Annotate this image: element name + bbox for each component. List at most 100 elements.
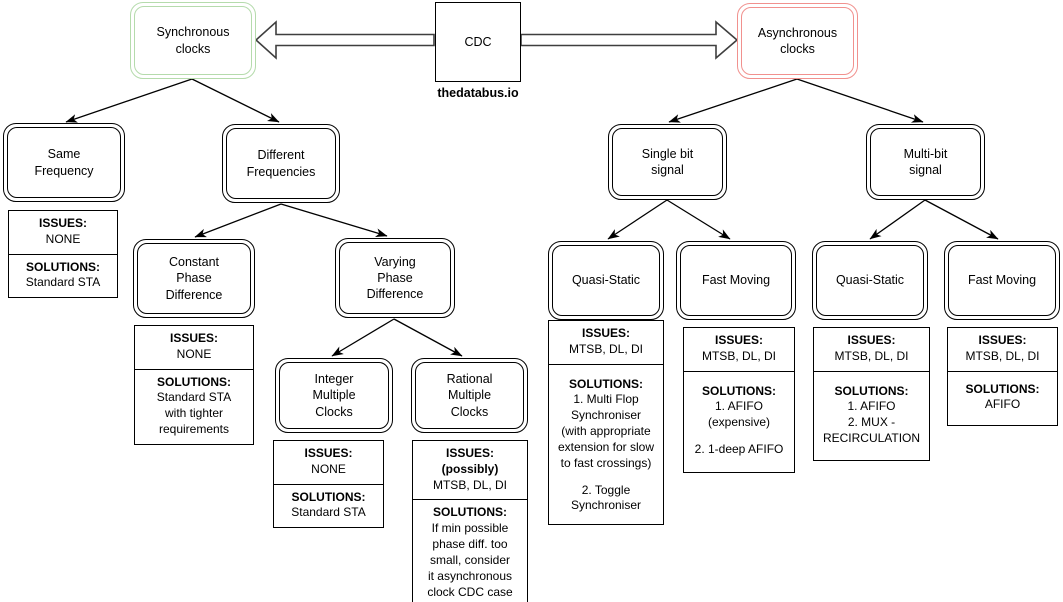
card-solutions-section: SOLUTIONS: Standard STA [9,253,117,298]
node-label-line2: clocks [780,42,815,56]
node-rational-multiple-clocks[interactable]: Rational Multiple Clocks [411,358,528,433]
node-same-frequency[interactable]: Same Frequency [3,123,125,202]
edge-varying-to-integer [331,318,395,357]
card-rational-multiple-clocks: ISSUES: (possibly) MTSB, DL, DI SOLUTION… [412,440,528,602]
solutions-value: AFIFO [984,397,1021,412]
node-label: Integer Multiple Clocks [308,371,359,420]
node-single-bit-quasi-static[interactable]: Quasi-Static [548,241,664,320]
issues-value: MTSB, DL, DI [568,341,643,356]
node-label-line1: Multi-bit [903,146,948,161]
node-label-line2: Phase [176,271,212,286]
node-label-line1: Quasi-Static [835,273,905,288]
node-varying-phase-difference[interactable]: Varying Phase Difference [335,238,455,318]
solutions-line3: (with appropriate [561,424,651,439]
node-different-frequencies[interactable]: Different Frequencies [222,124,340,203]
node-cdc-root[interactable]: CDC [435,2,521,82]
edge-async-to-multi-bit [796,78,924,123]
card-solutions-section: SOLUTIONS: 1. AFIFO 2. MUX - RECIRCULATI… [814,370,929,460]
edge-sync-to-different-frequencies [191,78,280,123]
card-single-bit-fast-moving: ISSUES: MTSB, DL, DI SOLUTIONS: 1. AFIFO… [683,327,795,473]
solutions-line1: 1. Multi Flop [573,392,639,407]
issues-label: ISSUES: [169,331,218,345]
card-solutions-section: SOLUTIONS: 1. Multi Flop Synchroniser (w… [549,363,663,525]
issues-value: NONE [45,231,81,246]
card-issues-section: ISSUES: NONE [135,326,253,369]
node-label-line1: Fast Moving [701,273,771,288]
solutions-line1: If min possible [431,521,509,536]
node-label: Fast Moving [964,272,1040,288]
solutions-line5: to fast crossings) [560,455,652,470]
node-single-bit-signal[interactable]: Single bit signal [608,124,727,200]
card-multi-bit-fast-moving: ISSUES: MTSB, DL, DI SOLUTIONS: AFIFO [947,327,1058,427]
solutions-label: SOLUTIONS: [433,505,507,520]
node-label-line2: clocks [175,41,211,56]
card-issues-section: ISSUES: NONE [274,441,383,484]
solutions-value: Standard STA [25,275,101,290]
card-solutions-section: SOLUTIONS: AFIFO [948,370,1057,426]
card-constant-phase-difference: ISSUES: NONE SOLUTIONS: Standard STA wit… [134,325,254,445]
node-label-line1: Single bit [641,146,694,161]
edge-async-to-single-bit [668,78,798,123]
node-multi-bit-fast-moving[interactable]: Fast Moving [944,241,1060,320]
solutions-label: SOLUTIONS: [569,376,643,391]
node-label-line2: Multiple [447,388,492,403]
node-single-bit-fast-moving[interactable]: Fast Moving [676,241,796,320]
node-label-line2: Frequencies [246,164,316,179]
solutions-line3: small, consider [429,552,511,567]
solutions-line3: 2. 1-deep AFIFO [694,442,784,457]
node-label-line2: Phase [377,270,413,285]
node-integer-multiple-clocks[interactable]: Integer Multiple Clocks [275,358,393,433]
node-label-line1: Fast Moving [967,273,1037,288]
node-multi-bit-signal[interactable]: Multi-bit signal [866,124,985,200]
node-label: Quasi-Static [568,272,644,288]
node-label-line1: Integer [314,372,354,387]
node-label: Rational Multiple Clocks [443,371,497,420]
node-asynchronous-clocks[interactable]: Asynchronous clocks [737,3,858,79]
card-issues-section: ISSUES: NONE [9,211,117,254]
node-label-line3: Difference [366,287,424,302]
solutions-label: SOLUTIONS: [157,374,231,389]
node-label: CDC [464,35,492,49]
block-arrow-right [520,20,739,60]
edge-sync-to-same-frequency [65,78,193,123]
issues-label: ISSUES: [714,333,763,347]
node-label-line1: Varying [374,254,416,269]
edge-difffreq-to-constant-phase [194,203,282,238]
issues-label: ISSUES: [978,333,1027,347]
node-label-line1: Synchronous [156,25,230,40]
solutions-line3: RECIRCULATION [822,431,921,446]
card-solutions-section: SOLUTIONS: If min possible phase diff. t… [413,499,527,602]
card-issues-section: ISSUES: MTSB, DL, DI [814,328,929,371]
node-label-line2: Frequency [34,163,94,178]
solutions-line1: Standard STA [156,390,232,405]
issues-value: MTSB, DL, DI [432,477,507,492]
issues-label: ISSUES: [847,333,896,347]
solutions-line2: (expensive) [707,415,771,430]
node-label-line1: Quasi-Static [571,273,641,288]
card-issues-section: ISSUES: MTSB, DL, DI [948,328,1057,371]
node-synchronous-clocks[interactable]: Synchronous clocks [130,2,256,79]
node-label-line2: signal [651,163,684,177]
node-constant-phase-difference[interactable]: Constant Phase Difference [133,239,255,318]
solutions-line2: 2. MUX - [847,415,896,430]
node-label: Constant Phase Difference [162,254,227,303]
node-label-line1: Rational [446,372,493,387]
issues-qualifier: (possibly) [441,461,499,476]
node-label-line1: Different [257,148,305,163]
node-label-line2: Multiple [312,388,356,403]
issues-label: ISSUES: [445,446,494,460]
edge-multibit-to-fast-moving [924,199,999,240]
solutions-line1: 1. AFIFO [847,399,896,414]
issues-value: MTSB, DL, DI [965,348,1040,363]
node-multi-bit-quasi-static[interactable]: Quasi-Static [812,241,928,320]
card-solutions-section: SOLUTIONS: Standard STA [274,483,383,528]
card-single-bit-quasi-static: ISSUES: MTSB, DL, DI SOLUTIONS: 1. Multi… [548,320,664,526]
solutions-label: SOLUTIONS: [834,383,909,398]
solutions-line4: extension for slow [557,439,655,454]
card-multi-bit-quasi-static: ISSUES: MTSB, DL, DI SOLUTIONS: 1. AFIFO… [813,327,930,461]
edge-difffreq-to-varying-phase [280,203,388,238]
node-label-line1: Asynchronous [757,25,838,40]
issues-value: NONE [176,346,212,361]
node-label: Different Frequencies [243,147,320,180]
node-label-line1: Same [47,147,81,162]
